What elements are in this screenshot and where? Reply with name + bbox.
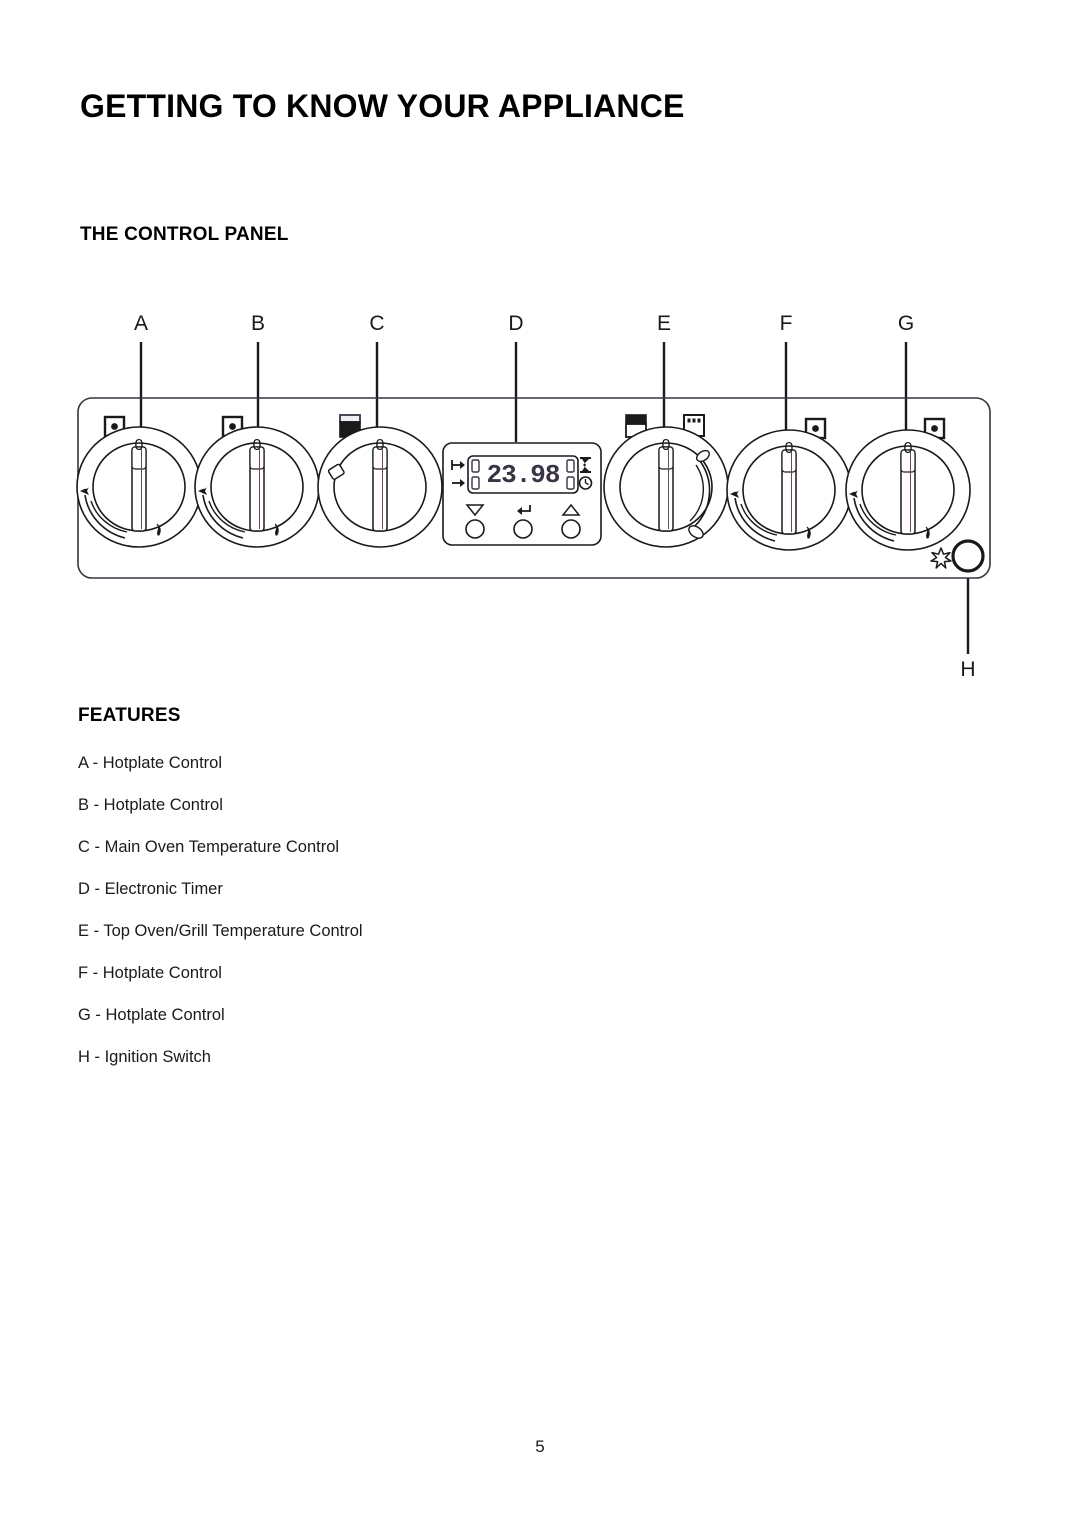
timer-decrease-button[interactable]: [465, 504, 485, 539]
callout-label-h: H: [960, 658, 975, 681]
knob-zero-mark: 0: [904, 440, 913, 457]
triangle-down-icon: [465, 504, 485, 517]
section-heading-control-panel: THE CONTROL PANEL: [80, 224, 289, 245]
knob-zero-mark: 0: [376, 437, 385, 454]
feature-item-c: C - Main Oven Temperature Control: [78, 838, 340, 856]
burner-single-dot-icon: [923, 417, 946, 440]
timer-select-button[interactable]: [513, 505, 533, 539]
triangle-up-icon: [561, 503, 581, 516]
callout-label-f: F: [780, 312, 793, 335]
feature-item-h: H - Ignition Switch: [78, 1048, 211, 1066]
feature-item-d: D - Electronic Timer: [78, 880, 223, 898]
manual-page: GETTING TO KNOW YOUR APPLIANCE THE CONTR…: [0, 0, 1080, 1528]
callout-label-g: G: [898, 312, 914, 335]
callout-label-d: D: [508, 312, 523, 335]
spark-icon: [930, 547, 952, 569]
feature-item-g: G - Hotplate Control: [78, 1006, 225, 1024]
page-title: GETTING TO KNOW YOUR APPLIANCE: [80, 88, 685, 124]
timer-display-value: 23.98: [486, 460, 559, 490]
knob-f-hotplate-control[interactable]: 0: [726, 429, 852, 551]
top-oven-icon: [625, 414, 647, 438]
knob-e-top-oven-grill-temperature-control[interactable]: 0: [603, 426, 729, 548]
feature-item-e: E - Top Oven/Grill Temperature Control: [78, 922, 363, 940]
indicator-block: [566, 476, 575, 490]
electronic-timer[interactable]: 23.98: [442, 442, 602, 546]
features-list: A - Hotplate Control B - Hotplate Contro…: [78, 742, 678, 1078]
callout-label-c: C: [369, 312, 384, 335]
knob-g-hotplate-control[interactable]: 0: [845, 429, 971, 551]
callout-label-a: A: [134, 312, 148, 335]
clock-icon: [578, 476, 593, 490]
feature-item-b: B - Hotplate Control: [78, 796, 223, 814]
indicator-block: [471, 459, 480, 473]
indicator-block: [471, 476, 480, 490]
knob-zero-mark: 0: [135, 437, 144, 454]
end-time-arrow-icon: [452, 479, 465, 487]
indicator-block: [566, 459, 575, 473]
burner-single-dot-icon: [103, 415, 126, 438]
knob-a-hotplate-control[interactable]: 0: [76, 426, 202, 548]
return-arrow-head-icon: [517, 507, 522, 515]
control-panel-body: [77, 397, 991, 579]
knob-zero-mark: 0: [662, 437, 671, 454]
knob-b-hotplate-control[interactable]: 0: [194, 426, 320, 548]
feature-item-f: F - Hotplate Control: [78, 964, 222, 982]
burner-single-dot-icon: [221, 415, 244, 438]
callout-label-b: B: [251, 312, 265, 335]
timer-increase-button[interactable]: [561, 503, 581, 539]
burner-single-dot-icon: [804, 417, 827, 440]
section-heading-features: FEATURES: [78, 705, 181, 726]
main-oven-icon: [339, 414, 361, 438]
page-number: 5: [535, 1437, 545, 1456]
cook-time-arrow-icon: [451, 460, 465, 470]
knob-zero-mark: 0: [785, 440, 794, 457]
return-arrow-icon: [518, 505, 531, 512]
ignition-switch[interactable]: [951, 539, 985, 573]
timer-body: [442, 442, 602, 546]
knob-zero-mark: 0: [253, 437, 262, 454]
callout-leader-lines: [139, 342, 970, 654]
grill-icon: [683, 414, 705, 437]
knob-c-main-oven-temperature-control[interactable]: 0: [317, 426, 443, 548]
timer-lcd: [467, 455, 579, 494]
callout-label-e: E: [657, 312, 671, 335]
hourglass-icon: [580, 457, 591, 473]
feature-item-a: A - Hotplate Control: [78, 754, 222, 772]
